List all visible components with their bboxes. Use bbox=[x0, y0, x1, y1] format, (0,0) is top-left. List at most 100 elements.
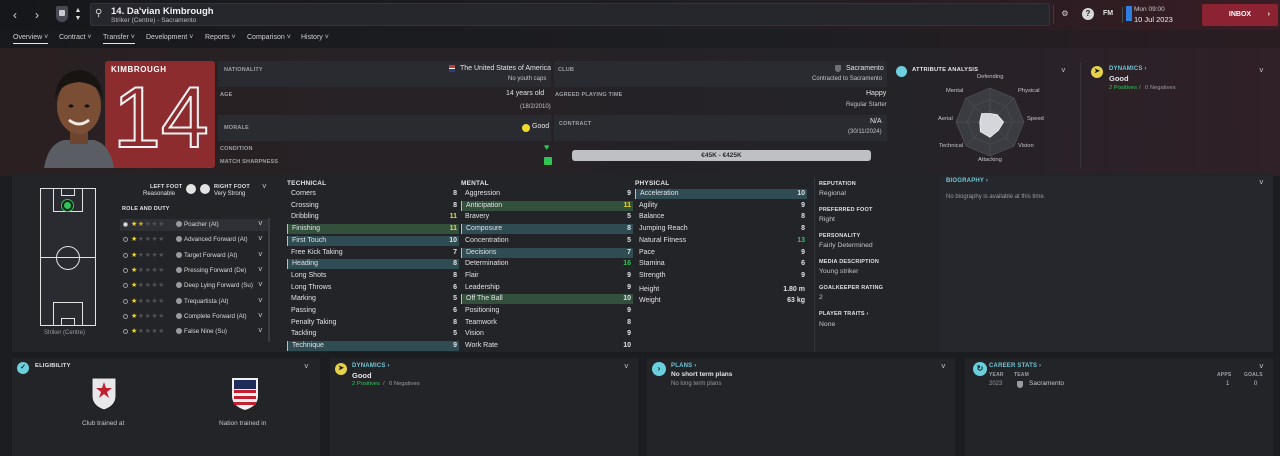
attribute-row[interactable]: Anticipation 11 bbox=[461, 200, 633, 211]
attribute-row[interactable]: Decisions 7 bbox=[461, 247, 633, 258]
info-icon[interactable] bbox=[176, 221, 182, 227]
striker-position-marker[interactable] bbox=[62, 200, 73, 211]
role-row[interactable]: ★★★★★ Trequartista (At) ˅ bbox=[120, 296, 268, 308]
attribute-row[interactable]: Long Shots 8 bbox=[287, 271, 459, 281]
player-traits-link[interactable]: PLAYER TRAITS › bbox=[819, 311, 869, 317]
attribute-row[interactable]: Corners 8 bbox=[287, 189, 459, 199]
attribute-row[interactable]: Strength 9 bbox=[635, 271, 807, 281]
info-icon[interactable] bbox=[176, 328, 182, 335]
role-row[interactable]: ★★★★★ Deep Lying Forward (Su) ˅ bbox=[120, 280, 268, 292]
radio-button-icon[interactable] bbox=[123, 222, 128, 227]
role-row[interactable]: ★★★★★ Target Forward (At) ˅ bbox=[120, 250, 268, 262]
attribute-row[interactable]: Flair 9 bbox=[461, 271, 633, 281]
attribute-row[interactable]: Balance 8 bbox=[635, 212, 807, 222]
attribute-row[interactable]: Vision 9 bbox=[461, 329, 633, 339]
chevron-down-icon[interactable]: ˅ bbox=[258, 311, 263, 320]
info-icon[interactable] bbox=[176, 266, 182, 273]
role-row[interactable]: ★★★★★ False Nine (Su) ˅ bbox=[120, 326, 268, 338]
radio-button-icon[interactable] bbox=[123, 329, 128, 335]
value-range-bar[interactable]: €45K - €425K bbox=[572, 150, 871, 161]
attribute-row[interactable]: Positioning 9 bbox=[461, 306, 633, 316]
info-icon[interactable] bbox=[176, 251, 182, 258]
chevron-down-icon[interactable]: ˅ bbox=[258, 326, 263, 335]
dynamics-link[interactable]: DYNAMICS › bbox=[1109, 66, 1147, 72]
attribute-row[interactable]: Jumping Reach 8 bbox=[635, 224, 807, 234]
inbox-button[interactable]: INBOX › bbox=[1202, 4, 1278, 26]
attribute-row[interactable]: Work Rate 10 bbox=[461, 341, 633, 351]
chevron-down-icon[interactable]: ˅ bbox=[262, 182, 267, 191]
radio-button-icon[interactable] bbox=[123, 252, 128, 258]
attribute-row[interactable]: Dribbling 11 bbox=[287, 212, 459, 222]
chevron-down-icon[interactable]: ˅ bbox=[1061, 66, 1066, 75]
tab-overview[interactable]: Overview ˅ bbox=[13, 34, 49, 44]
attribute-row[interactable]: Finishing 11 bbox=[287, 224, 459, 235]
role-scrollbar[interactable] bbox=[268, 218, 270, 342]
tab-transfer[interactable]: Transfer ˅ bbox=[103, 34, 135, 44]
chevron-down-icon[interactable]: ˅ bbox=[624, 362, 629, 371]
up-down-arrows-icon[interactable]: ▲ ▼ bbox=[70, 7, 86, 23]
chevron-down-icon[interactable]: ˅ bbox=[258, 280, 263, 289]
attribute-row[interactable]: Technique 9 bbox=[287, 341, 459, 352]
attribute-row[interactable]: Teamwork 8 bbox=[461, 318, 633, 328]
info-icon[interactable] bbox=[176, 297, 182, 304]
chevron-down-icon[interactable]: ˅ bbox=[258, 265, 263, 274]
attribute-row[interactable]: Heading 8 bbox=[287, 259, 459, 270]
attribute-row[interactable]: Long Throws 6 bbox=[287, 283, 459, 293]
chevron-down-icon[interactable]: ˅ bbox=[1259, 362, 1264, 371]
club-value[interactable]: Sacramento bbox=[846, 65, 884, 72]
fm-menu-button[interactable]: FM bbox=[1103, 10, 1113, 17]
attribute-row[interactable]: Leadership 9 bbox=[461, 283, 633, 293]
chevron-down-icon[interactable]: ˅ bbox=[258, 219, 263, 228]
chevron-down-icon[interactable]: ˅ bbox=[258, 234, 263, 243]
tab-history[interactable]: History ˅ bbox=[301, 34, 329, 41]
help-icon[interactable]: ? bbox=[1082, 8, 1094, 20]
attribute-row[interactable]: Determination 16 bbox=[461, 259, 633, 269]
attribute-row[interactable]: Tackling 5 bbox=[287, 329, 459, 339]
radio-button-icon[interactable] bbox=[123, 283, 128, 289]
role-row[interactable]: ★★★★★ Pressing Forward (De) ˅ bbox=[120, 265, 268, 277]
attribute-row[interactable]: Concentration 5 bbox=[461, 236, 633, 246]
attribute-row[interactable]: Off The Ball 10 bbox=[461, 294, 633, 305]
biography-link[interactable]: BIOGRAPHY › bbox=[946, 178, 988, 184]
radio-button-icon[interactable] bbox=[123, 298, 128, 304]
attribute-row[interactable]: Aggression 9 bbox=[461, 189, 633, 199]
attribute-row[interactable]: Acceleration 10 bbox=[635, 189, 807, 199]
chevron-down-icon[interactable]: ˅ bbox=[941, 362, 946, 371]
career-team[interactable]: Sacramento bbox=[1029, 380, 1064, 387]
role-row[interactable]: ★★★★★ Poacher (At) ˅ bbox=[120, 219, 268, 231]
attribute-row[interactable]: Pace 9 bbox=[635, 248, 807, 258]
career-stats-link[interactable]: CAREER STATS › bbox=[989, 363, 1041, 369]
chevron-down-icon[interactable]: ˅ bbox=[304, 362, 309, 371]
chevron-down-icon[interactable]: ˅ bbox=[1259, 66, 1264, 75]
attribute-row[interactable]: Penalty Taking 8 bbox=[287, 318, 459, 328]
player-search-box[interactable]: ⚲ 14. Da'vian Kimbrough Striker (Centre)… bbox=[90, 3, 1050, 26]
tab-reports[interactable]: Reports ˅ bbox=[205, 34, 236, 41]
attribute-row[interactable]: First Touch 10 bbox=[287, 235, 459, 246]
attribute-row[interactable]: Bravery 5 bbox=[461, 212, 633, 222]
attribute-row[interactable]: Free Kick Taking 7 bbox=[287, 248, 459, 258]
chevron-down-icon[interactable]: ˅ bbox=[1259, 178, 1264, 187]
plans-link[interactable]: PLANS › bbox=[671, 363, 696, 369]
radio-button-icon[interactable] bbox=[123, 313, 128, 319]
dynamics-link[interactable]: DYNAMICS › bbox=[352, 363, 390, 369]
role-row[interactable]: ★★★★★ Advanced Forward (At) ˅ bbox=[120, 234, 268, 246]
bug-icon[interactable]: ⚙ bbox=[1059, 8, 1071, 20]
info-icon[interactable] bbox=[176, 282, 182, 289]
club-crest-icon[interactable] bbox=[56, 6, 68, 22]
radio-button-icon[interactable] bbox=[123, 237, 128, 243]
forward-icon[interactable]: › bbox=[29, 7, 45, 23]
attribute-row[interactable]: Marking 5 bbox=[287, 294, 459, 304]
attribute-row[interactable]: Natural Fitness 13 bbox=[635, 236, 807, 246]
attribute-row[interactable]: Composure 8 bbox=[461, 224, 633, 235]
info-icon[interactable] bbox=[176, 312, 182, 319]
tab-contract[interactable]: Contract ˅ bbox=[59, 34, 92, 41]
info-icon[interactable] bbox=[176, 236, 182, 243]
attribute-row[interactable]: Agility 9 bbox=[635, 201, 807, 211]
attribute-row[interactable]: Stamina 6 bbox=[635, 259, 807, 269]
chevron-down-icon[interactable]: ˅ bbox=[258, 250, 263, 259]
back-icon[interactable]: ‹ bbox=[7, 7, 23, 23]
tab-development[interactable]: Development ˅ bbox=[146, 34, 193, 41]
tab-comparison[interactable]: Comparison ˅ bbox=[247, 34, 291, 41]
attribute-row[interactable]: Passing 6 bbox=[287, 306, 459, 316]
nationality-value[interactable]: The United States of America bbox=[460, 65, 551, 72]
